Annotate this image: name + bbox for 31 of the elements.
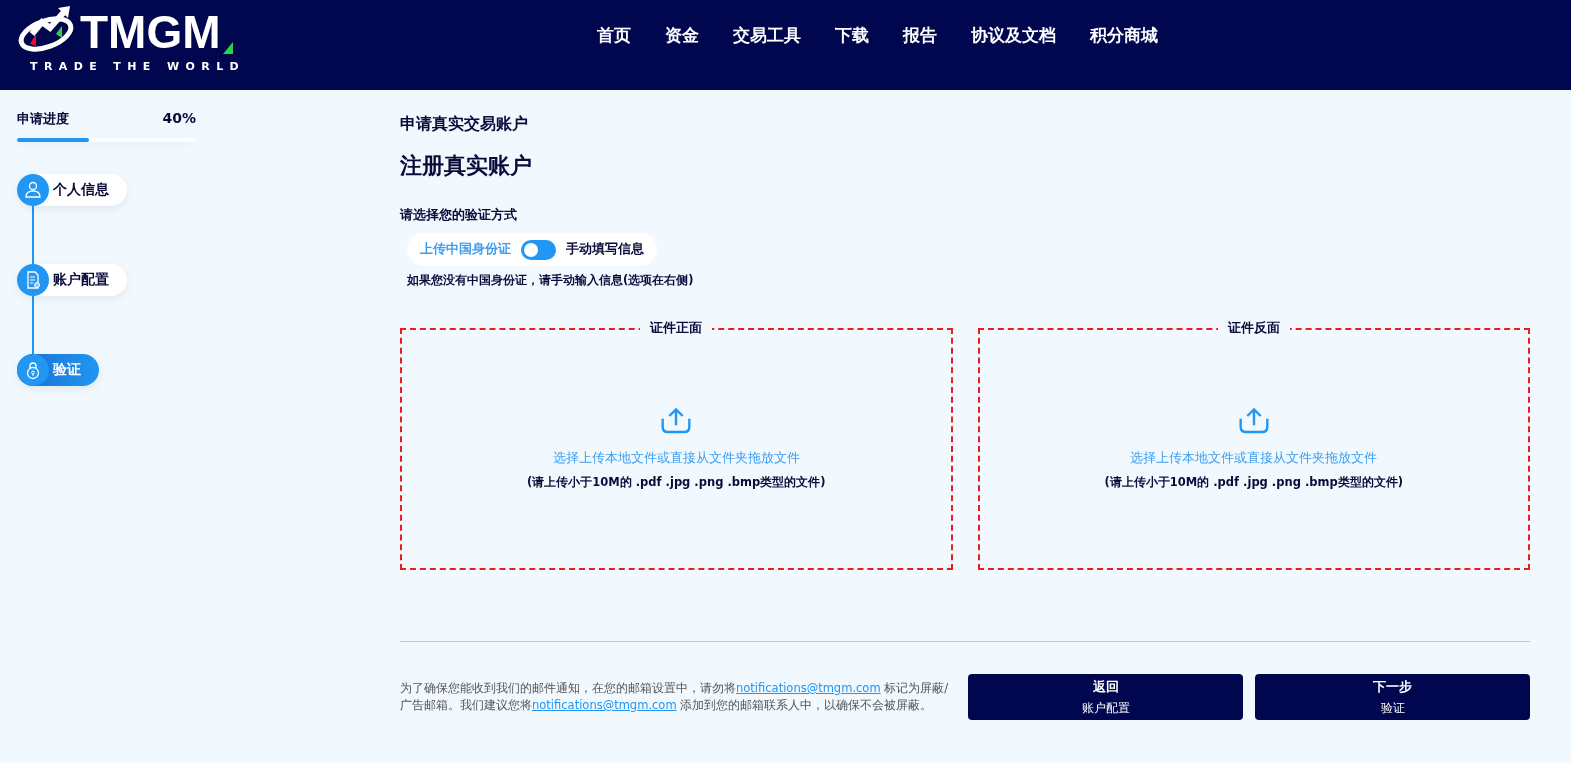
back-button[interactable]: 返回 账户配置 (968, 674, 1243, 720)
person-icon (23, 180, 43, 200)
logo-tagline: TRADE THE WORLD (30, 60, 247, 73)
option-label: 手动填写信息 (566, 241, 644, 258)
page-title: 注册真实账户 (400, 152, 533, 180)
option-label: 上传中国身份证 (420, 241, 511, 258)
nav-link[interactable]: 下载 (835, 24, 869, 47)
upload-prompt: 选择上传本地文件或直接从文件夹拖放文件 (1130, 449, 1378, 467)
nav-link[interactable]: 协议及文档 (971, 24, 1056, 47)
verification-prompt: 请选择您的验证方式 (400, 207, 518, 224)
nav-link[interactable]: 交易工具 (733, 24, 801, 47)
triangle-icon (222, 42, 233, 54)
upload-prompt: 选择上传本地文件或直接从文件夹拖放文件 (552, 449, 800, 467)
hint-text: 如果您没有中国身份证，请手动输入信息(选项在右侧) (407, 273, 695, 288)
upload-legend: 证件反面 (1217, 319, 1290, 337)
nav-link[interactable]: 首页 (597, 24, 631, 47)
nav-link[interactable]: 报告 (903, 24, 937, 47)
progress-reading: 40% (162, 110, 196, 128)
nav-link[interactable]: 积分商城 (1090, 24, 1158, 47)
logo-wordmark: TMGM (80, 10, 221, 54)
nav-link[interactable]: 资金 (665, 24, 699, 47)
upload-icon (660, 405, 693, 435)
upload-icon (1237, 405, 1270, 435)
progress-label: 申请进度 (17, 110, 69, 128)
toggle-switch[interactable] (521, 239, 556, 260)
upload-note: (请上传小于10M的 .pdf .jpg .png .bmp类型的文件) (527, 475, 826, 490)
upload-note: (请上传小于10M的 .pdf .jpg .png .bmp类型的文件) (1104, 475, 1403, 490)
next-button[interactable]: 下一步 验证 (1255, 674, 1530, 720)
breadcrumb-title: 申请真实交易账户 (400, 114, 529, 135)
upload-legend: 证件正面 (640, 319, 713, 337)
email-notice: 为了确保您能收到我们的邮件通知，在您的邮箱设置中，请勿将notifications@tmgm.com 标记为屏蔽/广告邮箱。我们建议您将notifications@tmgm.com 添加到您的邮箱联系人中，以确保不会被屏蔽。 (400, 680, 950, 714)
